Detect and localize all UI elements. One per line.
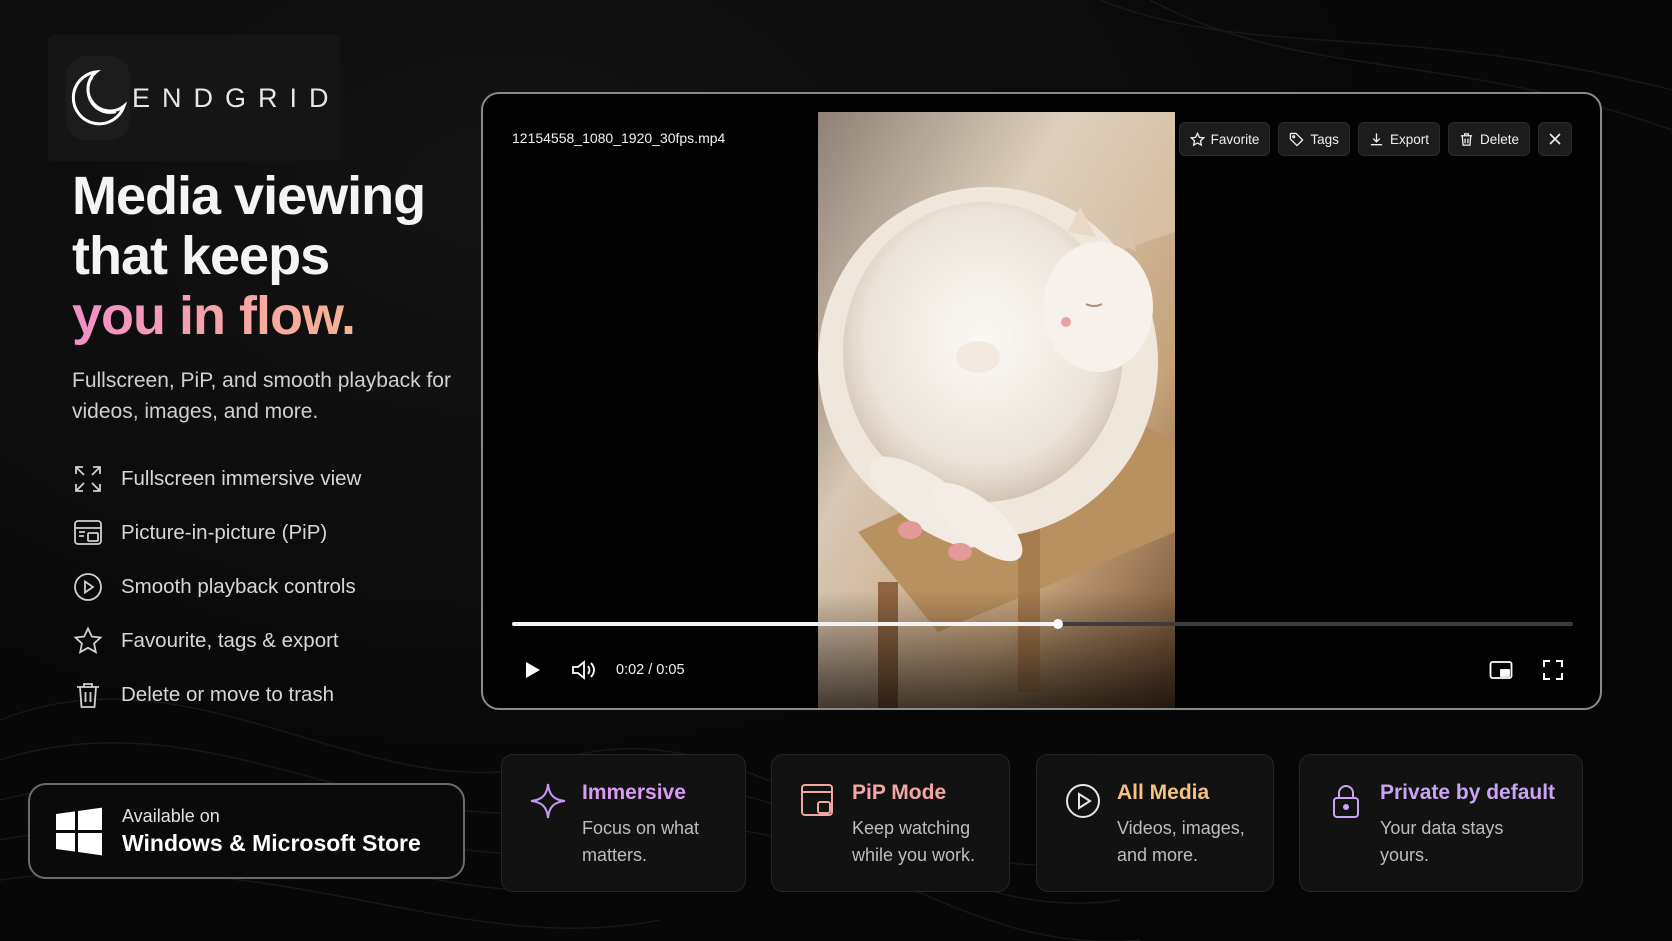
star-icon (1189, 131, 1205, 146)
brand-name: ENDGRID (132, 82, 341, 113)
fullscreen-icon (72, 463, 104, 495)
delete-label: Delete (1479, 131, 1519, 147)
seek-bar[interactable] (512, 619, 1573, 629)
star-icon (72, 625, 104, 657)
pip-icon (1489, 661, 1513, 679)
feature-item: Delete or move to trash (72, 668, 361, 722)
card-desc-line-2: matters. (582, 845, 648, 865)
play-circle-icon (72, 571, 104, 603)
feature-item: Smooth playback controls (72, 560, 361, 614)
favorite-button[interactable]: Favorite (1178, 122, 1271, 156)
player-toolbar: Favorite Tags Export Delete (1178, 122, 1572, 156)
card-desc-line-1: Keep watching (852, 818, 971, 838)
hero-headline: Media viewing that keeps you in flow. (72, 166, 492, 346)
feature-label: Fullscreen immersive view (121, 467, 362, 490)
hero-subtitle: Fullscreen, PiP, and smooth playback for… (72, 369, 451, 423)
feature-list: Fullscreen immersive view Picture-in-pic… (72, 452, 361, 722)
pip-button[interactable] (1481, 650, 1521, 690)
download-icon (1370, 132, 1383, 145)
time-display: 0:02 / 0:05 (616, 662, 685, 678)
feature-card-private: Private by default Your data stays yours… (1299, 754, 1583, 892)
play-button[interactable] (512, 650, 552, 690)
feature-card-all-media: All Media Videos, images, and more. (1036, 754, 1274, 892)
seek-bar-fill (512, 622, 1059, 626)
fullscreen-button[interactable] (1533, 650, 1573, 690)
moon-logo-icon (66, 56, 130, 140)
feature-label: Picture-in-picture (PiP) (121, 521, 328, 544)
video-filename: 12154558_1080_1920_30fps.mp4 (512, 130, 726, 146)
delete-button[interactable]: Delete (1447, 122, 1530, 156)
export-label: Export (1389, 131, 1429, 147)
card-desc-line-2: and more. (1117, 845, 1199, 865)
feature-label: Delete or move to trash (121, 683, 335, 706)
fullscreen-icon (1543, 660, 1563, 680)
favorite-label: Favorite (1210, 131, 1260, 147)
tags-label: Tags (1310, 131, 1339, 147)
card-desc-line-1: Focus on what (582, 818, 700, 838)
brand-logo: ENDGRID (48, 35, 340, 161)
tag-icon (1290, 132, 1304, 147)
store-platform-label: Windows & Microsoft Store (122, 829, 421, 856)
pip-icon (72, 517, 104, 549)
microsoft-store-button[interactable]: Available on Windows & Microsoft Store (28, 783, 465, 879)
card-title: PiP Mode (852, 781, 947, 804)
feature-item: Fullscreen immersive view (72, 452, 361, 506)
feature-item: Favourite, tags & export (72, 614, 361, 668)
feature-label: Smooth playback controls (121, 575, 356, 598)
feature-card-immersive: Immersive Focus on what matters. (501, 754, 746, 892)
card-title: Private by default (1380, 781, 1556, 804)
headline-line-1: Media viewing (72, 166, 426, 226)
card-desc-line-1: Videos, images, (1117, 818, 1245, 838)
export-button[interactable]: Export (1357, 122, 1440, 156)
close-button[interactable] (1538, 122, 1572, 156)
volume-icon (572, 660, 595, 680)
sparkle-icon (530, 783, 566, 819)
cat-video-image (818, 112, 1175, 708)
card-title: Immersive (582, 781, 686, 804)
media-player: 12154558_1080_1920_30fps.mp4 Favorite Ta… (481, 92, 1602, 710)
feature-card-pip: PiP Mode Keep watching while you work. (771, 754, 1010, 892)
card-title: All Media (1117, 781, 1210, 804)
feature-item: Picture-in-picture (PiP) (72, 506, 361, 560)
windows-logo-icon (56, 807, 102, 856)
feature-label: Favourite, tags & export (121, 629, 339, 652)
tags-button[interactable]: Tags (1278, 122, 1350, 156)
headline-line-2: that keeps (72, 226, 330, 286)
store-available-label: Available on (122, 805, 220, 826)
headline-line-3: you in flow. (72, 286, 492, 346)
lock-icon (1333, 785, 1359, 818)
card-desc-line-1: Your data stays (1380, 818, 1504, 838)
play-circle-icon (1066, 784, 1100, 818)
pip-window-icon (801, 784, 833, 816)
playback-controls: 0:02 / 0:05 (512, 650, 1573, 690)
card-desc-line-2: yours. (1380, 845, 1430, 865)
play-icon (526, 662, 540, 678)
trash-icon (72, 679, 104, 711)
volume-button[interactable] (564, 650, 604, 690)
card-desc-line-2: while you work. (852, 845, 976, 865)
video-frame[interactable] (818, 112, 1175, 708)
close-icon (1549, 133, 1561, 145)
trash-icon (1460, 132, 1473, 146)
